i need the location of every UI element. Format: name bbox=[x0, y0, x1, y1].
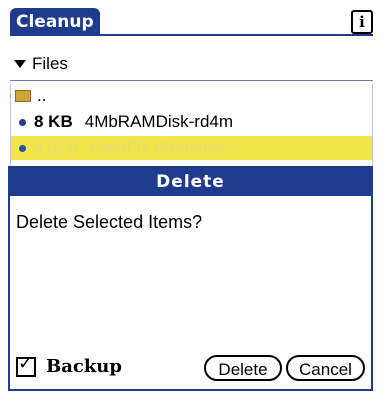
folder-icon bbox=[15, 90, 31, 102]
backup-label: Backup bbox=[46, 356, 122, 377]
dialog-message: Delete Selected Items? bbox=[16, 212, 203, 232]
divider bbox=[10, 80, 373, 81]
title-underline bbox=[10, 34, 373, 36]
chevron-down-icon bbox=[14, 60, 26, 68]
list-item-selected[interactable]: 412 B GestFix Shortcuts bbox=[11, 136, 372, 160]
list-item-parent-folder[interactable]: .. bbox=[11, 84, 372, 108]
delete-dialog: Delete Delete Selected Items? ✓ Backup D… bbox=[8, 166, 373, 391]
bullet-icon bbox=[19, 144, 26, 152]
checkmark-icon: ✓ bbox=[18, 352, 34, 374]
dialog-title: Delete bbox=[10, 168, 371, 196]
file-size: 412 B bbox=[34, 138, 79, 157]
file-list[interactable]: .. 8 KB 4MbRAMDisk-rd4m 412 B GestFix Sh… bbox=[10, 84, 373, 166]
files-dropdown[interactable]: Files bbox=[14, 54, 68, 74]
file-name: GestFix Shortcuts bbox=[90, 138, 226, 157]
bullet-icon bbox=[19, 118, 26, 126]
app-title[interactable]: Cleanup bbox=[10, 8, 100, 36]
files-dropdown-label: Files bbox=[32, 54, 68, 73]
backup-checkbox[interactable]: ✓ bbox=[16, 352, 36, 377]
title-bar: Cleanup i bbox=[10, 8, 373, 36]
cleanup-screen: Cleanup i Files .. 8 KB 4MbRAMDisk-rd4m … bbox=[0, 0, 381, 397]
parent-folder-label: .. bbox=[37, 86, 47, 105]
backup-option[interactable]: ✓ Backup bbox=[16, 352, 122, 377]
delete-button[interactable]: Delete bbox=[204, 355, 282, 381]
file-size: 8 KB bbox=[34, 112, 73, 131]
file-name: 4MbRAMDisk-rd4m bbox=[84, 112, 234, 131]
list-item[interactable]: 8 KB 4MbRAMDisk-rd4m bbox=[11, 110, 372, 134]
cancel-button[interactable]: Cancel bbox=[286, 355, 365, 381]
info-icon[interactable]: i bbox=[351, 10, 373, 34]
